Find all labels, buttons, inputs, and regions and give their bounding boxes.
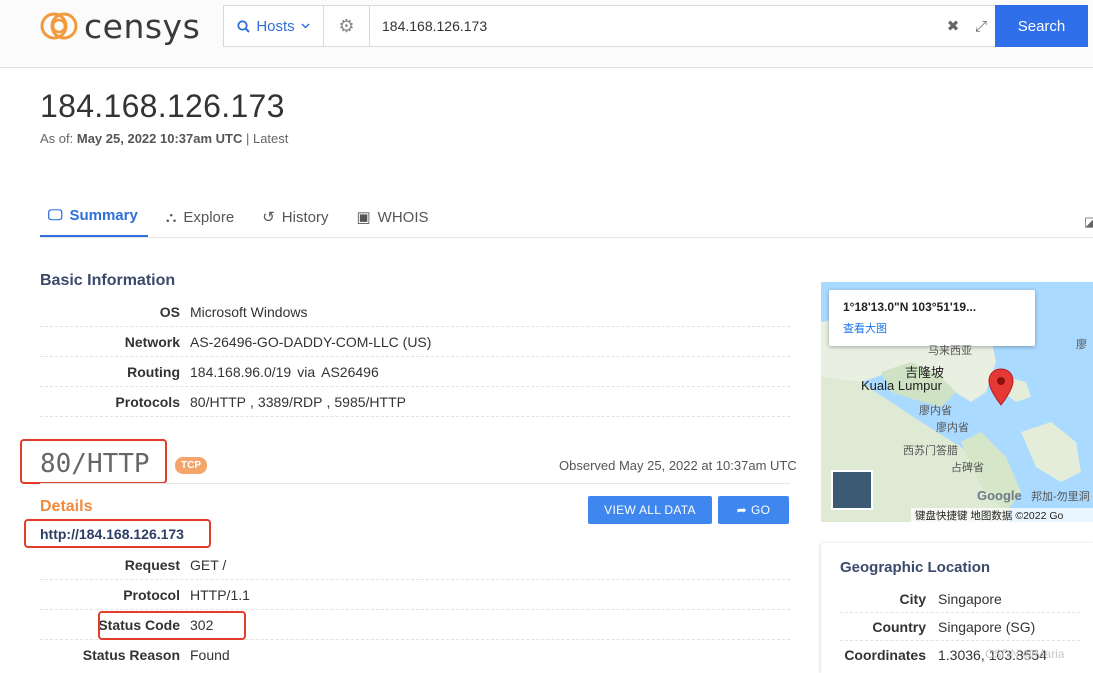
censys-logo[interactable]: censys [40,6,201,46]
routing-prefix-link[interactable]: 184.168.96.0/19 [190,364,291,380]
routing-via: via [297,363,316,380]
map-label-jambi: 占碑省 [951,462,984,474]
search-button[interactable]: Search [995,5,1088,47]
tab-explore[interactable]: ⛬ Explore [158,206,244,238]
map-label-kl: Kuala Lumpur [861,378,942,393]
map-label-riau: 廖内省 [919,405,952,417]
request-label: Request [124,556,180,573]
history-icon: ↺ [262,209,275,226]
asof-prefix: As of: [40,131,74,146]
go-label: GO [751,503,771,517]
map-label-liao: 廖 [1076,339,1087,351]
protocol-value: HTTP/1.1 [190,586,250,603]
geo-location-title: Geographic Location [840,559,991,576]
asof-date: May 25, 2022 10:37am UTC [76,131,243,146]
go-button[interactable]: ➦ GO [718,496,789,524]
map-label-west-sumatra: 西苏门答腊 [903,445,958,457]
satellite-toggle[interactable] [831,470,873,510]
status-code-highlight-box [98,611,246,640]
map-label-bangka: 邦加-勿里洞 [1031,491,1090,503]
top-bar: censys Hosts ⚙ ✖ ⤢ Search [0,0,1093,68]
transport-badge: TCP [175,457,207,474]
map-info-popup: 1°18'13.0"N 103°51'19... 查看大图 [829,290,1035,346]
as-of-line: As of: May 25, 2022 10:37am UTC | Latest [40,131,288,146]
page-title: 184.168.126.173 [40,88,285,124]
os-value: Microsoft Windows [190,303,308,320]
city-row: City Singapore [840,585,1080,613]
routing-label: Routing [127,363,180,380]
status-reason-label: Status Reason [82,647,180,663]
service-port-title: 80/HTTP [40,449,150,479]
protocol-separator: , [326,393,331,410]
country-value: Singapore (SG) [938,618,1036,635]
tab-whois[interactable]: ▣ WHOIS [348,206,438,238]
protocol-link[interactable]: 5985/HTTP [334,394,406,410]
request-row: Request GET / [40,550,790,580]
watermark: CSDN @Maria [985,647,1065,661]
protocol-separator: , [250,393,254,410]
view-all-data-button[interactable]: VIEW ALL DATA [588,496,712,524]
service-url[interactable]: http://184.168.126.173 [40,526,184,542]
logo-text: censys [84,6,201,46]
settings-button[interactable]: ⚙ [324,6,370,46]
request-value: GET / [190,556,227,573]
view-larger-map-link[interactable]: 查看大图 [843,320,1021,336]
country-label: Country [872,618,926,635]
search-bar: Hosts ⚙ ✖ ⤢ Search [223,5,1088,47]
expand-icon[interactable]: ⤢ [967,6,995,46]
search-type-dropdown[interactable]: Hosts [224,6,324,46]
map-pin-icon[interactable] [988,368,1014,406]
tab-label: History [281,208,329,226]
protocol-row: Protocol HTTP/1.1 [40,580,790,610]
network-link[interactable]: AS-26496-GO-DADDY-COM-LLC (US) [190,334,431,350]
search-input[interactable] [370,6,939,46]
tab-label: Summary [69,207,138,224]
basic-info-title: Basic Information [40,272,176,289]
observed-timestamp: Observed May 25, 2022 at 10:37am UTC [559,458,797,473]
map-label-malaysia: 马来西亚 [928,345,972,357]
tab-label: WHOIS [377,208,429,226]
country-row: Country Singapore (SG) [840,613,1080,641]
os-row: OS Microsoft Windows [40,297,790,327]
tab-summary[interactable]: 🖵 Summary [40,206,148,238]
binoculars-icon: ⛬ [165,208,177,226]
chevron-down-icon [301,23,310,29]
tab-history[interactable]: ↺ History [254,206,338,238]
protocol-link[interactable]: 80/HTTP [190,394,246,410]
clear-icon[interactable]: ✖ [939,6,967,46]
protocols-row: Protocols 80/HTTP , 3389/RDP , 5985/HTTP [40,387,790,417]
status-reason-value: Found [190,647,230,663]
routing-row: Routing 184.168.96.0/19 via AS26496 [40,357,790,387]
protocols-label: Protocols [115,393,180,410]
search-icon [237,19,251,33]
raw-data-icon[interactable]: ◪ [1084,214,1093,230]
censys-logo-icon [40,12,78,40]
city-label: City [899,590,926,607]
map-label-riau: 廖内省 [936,422,969,434]
city-value: Singapore [938,590,1002,607]
details-title: Details [40,498,93,515]
search-type-label: Hosts [256,17,295,35]
share-arrow-icon: ➦ [736,503,748,517]
google-logo: Google [977,488,1022,503]
protocol-link[interactable]: 3389/RDP [258,394,323,410]
tab-label: Explore [183,208,235,226]
monitor-icon: 🖵 [48,207,63,224]
id-badge-icon: ▣ [356,209,371,226]
tab-divider [40,237,1093,238]
routing-asn-link[interactable]: AS26496 [321,364,379,380]
os-label: OS [159,303,180,320]
tab-bar: 🖵 Summary ⛬ Explore ↺ History ▣ WHOIS [40,206,449,238]
map-coordinates: 1°18'13.0"N 103°51'19... [843,300,977,314]
service-divider [40,483,790,484]
network-row: Network AS-26496-GO-DADDY-COM-LLC (US) [40,327,790,357]
asof-suffix: | Latest [245,131,289,146]
coordinates-label: Coordinates [844,647,926,663]
network-label: Network [124,333,180,350]
map-footer: 键盘快捷键 地图数据 ©2022 Go [911,508,1093,522]
status-reason-row: Status Reason Found [40,640,790,670]
protocol-label: Protocol [123,586,180,603]
gear-icon: ⚙ [338,15,355,36]
